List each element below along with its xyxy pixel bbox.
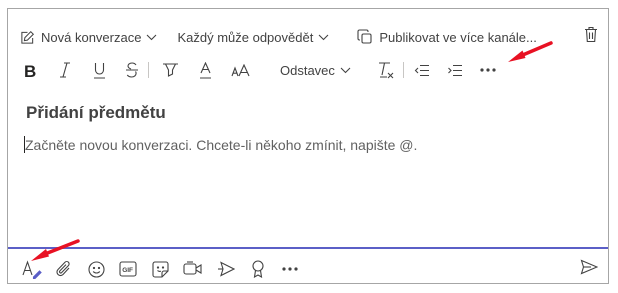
compose-box: Nová konverzace Každý může odpovědět Pub… bbox=[7, 8, 609, 284]
toolbar-divider bbox=[402, 62, 404, 78]
font-color-icon[interactable] bbox=[197, 58, 213, 82]
reply-permission-dropdown[interactable]: Každý může odpovědět bbox=[177, 30, 329, 45]
toolbar-divider bbox=[148, 62, 149, 78]
reply-permission-label: Každý může odpovědět bbox=[177, 29, 314, 45]
stream-icon[interactable] bbox=[216, 257, 236, 281]
bold-icon[interactable]: B bbox=[22, 58, 38, 82]
compose-bottom-toolbar: GIF bbox=[22, 258, 312, 280]
attach-icon[interactable] bbox=[54, 257, 74, 281]
emoji-icon[interactable] bbox=[86, 257, 106, 281]
editor-focus-underline bbox=[8, 247, 608, 249]
format-icon[interactable] bbox=[22, 257, 42, 281]
font-size-icon[interactable] bbox=[230, 58, 250, 82]
underline-icon[interactable] bbox=[91, 58, 107, 82]
italic-icon[interactable] bbox=[57, 58, 73, 82]
clear-formatting-icon[interactable] bbox=[377, 58, 395, 82]
decrease-indent-icon[interactable] bbox=[414, 58, 430, 82]
chevron-down-icon bbox=[340, 67, 351, 74]
delete-icon[interactable] bbox=[584, 26, 598, 48]
new-conversation-label: Nová konverzace bbox=[41, 29, 142, 45]
meet-now-icon[interactable] bbox=[182, 257, 204, 281]
publish-label: Publikovat ve více kanále... bbox=[379, 29, 537, 45]
highlight-icon[interactable] bbox=[161, 58, 179, 82]
new-conversation-dropdown[interactable]: Nová konverzace bbox=[20, 30, 157, 45]
formatting-toolbar: B Odstavec bbox=[22, 57, 497, 83]
chevron-down-icon bbox=[318, 34, 329, 41]
svg-text:GIF: GIF bbox=[122, 267, 133, 274]
send-icon[interactable] bbox=[580, 259, 599, 280]
publish-multiple-channels-button[interactable]: Publikovat ve více kanále... bbox=[357, 29, 537, 45]
more-apps-icon[interactable] bbox=[280, 257, 300, 281]
edit-icon bbox=[20, 30, 35, 45]
copy-channels-icon bbox=[357, 29, 373, 45]
compose-top-toolbar: Nová konverzace Každý může odpovědět Pub… bbox=[20, 26, 537, 48]
strikethrough-icon[interactable] bbox=[124, 58, 140, 82]
chevron-down-icon bbox=[146, 34, 157, 41]
svg-text:B: B bbox=[24, 63, 36, 78]
gif-icon[interactable]: GIF bbox=[118, 257, 138, 281]
paragraph-style-label: Odstavec bbox=[280, 62, 335, 78]
increase-indent-icon[interactable] bbox=[447, 58, 463, 82]
subject-field[interactable]: Přidání předmětu bbox=[26, 103, 166, 123]
message-body-field[interactable]: Začněte novou konverzaci. Chcete-li něko… bbox=[24, 136, 417, 153]
praise-icon[interactable] bbox=[248, 257, 268, 281]
paragraph-style-dropdown[interactable]: Odstavec bbox=[280, 58, 351, 82]
sticker-icon[interactable] bbox=[150, 257, 170, 281]
more-options-icon[interactable] bbox=[479, 58, 497, 82]
message-body-placeholder: Začněte novou konverzaci. Chcete-li něko… bbox=[25, 137, 418, 153]
